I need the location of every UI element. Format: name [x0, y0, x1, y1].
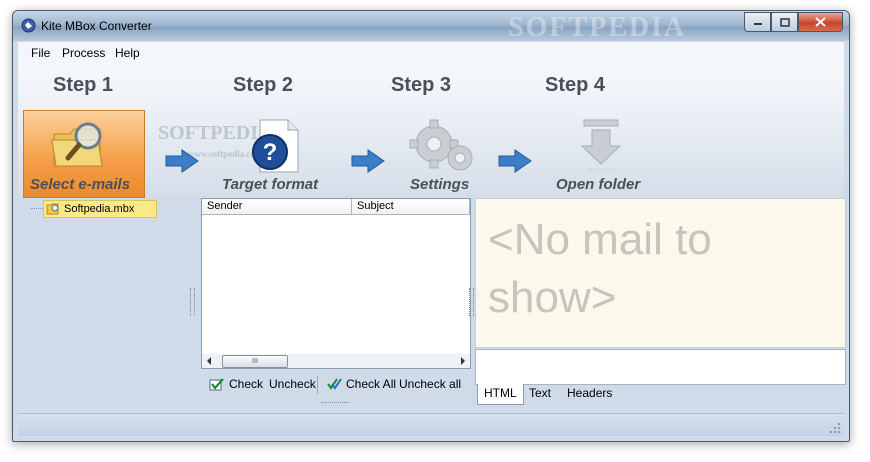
step-3-caption[interactable]: Settings	[410, 176, 469, 193]
uncheck-all-label: Uncheck all	[399, 377, 462, 391]
window-title: Kite MBox Converter	[41, 19, 152, 33]
scroll-right-icon[interactable]	[460, 357, 466, 365]
left-splitter-grip[interactable]	[190, 288, 195, 316]
minimize-button[interactable]	[744, 12, 771, 32]
title-bar[interactable]: SOFTPEDIA Kite MBox Converter	[13, 11, 849, 43]
maximize-icon	[779, 17, 790, 27]
check-all-icon	[327, 377, 342, 390]
maximize-button[interactable]	[771, 12, 798, 32]
step-arrow-3-icon	[498, 149, 532, 173]
step-4-title: Step 4	[545, 74, 606, 96]
no-mail-message: <No mail to show>	[488, 215, 712, 322]
resize-grip-icon[interactable]	[830, 423, 840, 433]
attachments-area[interactable]	[475, 349, 846, 385]
preview-tabs: HTML Text Headers	[475, 384, 844, 406]
app-window: SOFTPEDIA Kite MBox Converter File Proce…	[12, 10, 850, 442]
tab-headers[interactable]: Headers	[561, 384, 618, 404]
check-label: Check	[229, 377, 264, 391]
window-controls	[744, 12, 843, 32]
step-2-caption[interactable]: Target format	[222, 176, 318, 193]
preview-pane: <No mail to show> HTML Text Headers	[475, 198, 846, 406]
magnifier-folder-icon[interactable]	[50, 118, 110, 174]
tree-connector	[31, 208, 43, 209]
check-icon	[209, 377, 224, 390]
app-icon	[21, 18, 36, 33]
tab-html[interactable]: HTML	[477, 384, 524, 405]
column-header-subject[interactable]: Subject	[352, 199, 470, 215]
steps-toolbar: Step 1 Step 2 Step 3 Step 4 SOFTPEDIA ww…	[18, 63, 844, 198]
step-arrow-2-icon	[351, 149, 385, 173]
check-bar-divider	[317, 376, 318, 394]
mail-list-hscrollbar[interactable]: III	[201, 354, 471, 369]
svg-text:?: ?	[263, 139, 278, 166]
mailbox-tree[interactable]: Softpedia.mbx	[18, 198, 195, 406]
menu-file[interactable]: File	[31, 46, 50, 60]
tab-text[interactable]: Text	[523, 384, 557, 404]
menu-process[interactable]: Process	[62, 46, 105, 60]
mail-list[interactable]: Sender Subject	[201, 198, 471, 356]
menu-help[interactable]: Help	[115, 46, 140, 60]
down-arrow-icon[interactable]	[576, 118, 626, 174]
question-document-icon[interactable]: ?	[246, 118, 304, 174]
step-2-title: Step 2	[233, 74, 294, 96]
tree-item-label: Softpedia.mbx	[64, 203, 135, 215]
step-1-title: Step 1	[53, 74, 114, 96]
tree-item-mbx[interactable]: Softpedia.mbx	[43, 200, 157, 218]
close-button[interactable]	[798, 12, 843, 32]
mail-list-pane: Sender Subject III Check Uncheck Check A…	[201, 198, 474, 406]
close-icon	[815, 17, 826, 27]
title-watermark: SOFTPEDIA	[508, 12, 687, 43]
mbox-file-icon	[46, 203, 59, 215]
right-splitter-grip[interactable]	[469, 288, 474, 316]
step-4-caption[interactable]: Open folder	[556, 176, 640, 193]
check-all-label: Check All	[346, 377, 397, 391]
check-toolbar: Check Uncheck Check All Uncheck all	[201, 372, 471, 396]
scroll-thumb[interactable]: III	[222, 355, 288, 368]
check-all-button[interactable]: Check All	[327, 377, 396, 391]
check-button[interactable]: Check	[209, 377, 263, 391]
step-arrow-1-icon	[165, 149, 199, 173]
step-1-caption[interactable]: Select e-mails	[30, 176, 130, 193]
uncheck-button[interactable]: Uncheck	[269, 377, 316, 391]
uncheck-label: Uncheck	[269, 377, 316, 391]
uncheck-all-button[interactable]: Uncheck all	[399, 377, 461, 391]
status-bar	[18, 413, 844, 436]
step-3-title: Step 3	[391, 74, 452, 96]
column-header-sender[interactable]: Sender	[202, 199, 352, 215]
mail-preview[interactable]: <No mail to show>	[475, 198, 846, 348]
menu-bar: File Process Help	[18, 42, 844, 64]
bottom-splitter-grip[interactable]	[321, 402, 349, 405]
minimize-icon	[753, 23, 762, 25]
scroll-left-icon[interactable]	[206, 357, 212, 365]
gears-icon[interactable]	[408, 118, 480, 176]
